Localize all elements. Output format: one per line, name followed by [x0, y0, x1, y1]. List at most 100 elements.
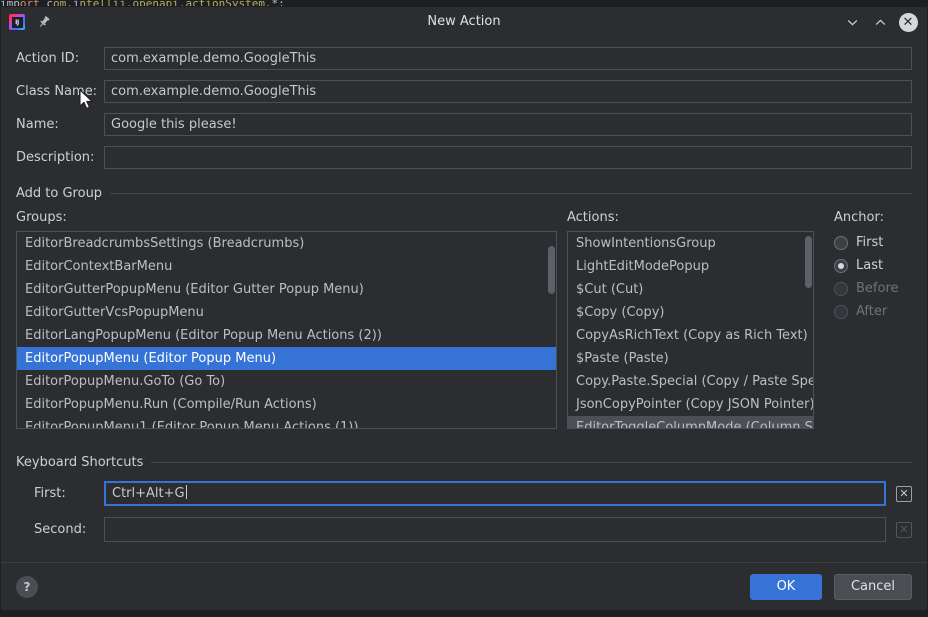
group-list-item-row[interactable]: EditorPopupMenu (Editor Popup Menu): [17, 347, 556, 370]
group-list-item-row-label: EditorContextBarMenu: [25, 259, 173, 274]
dialog-body: Action ID: Class Name: Name: Description…: [1, 37, 927, 562]
action-list-item-row[interactable]: LightEditModePopup: [568, 255, 813, 278]
action-list-item-row[interactable]: $Copy (Copy): [568, 301, 813, 324]
group-list-item-row[interactable]: EditorBreadcrumbsSettings (Breadcrumbs): [17, 232, 556, 255]
dialog-title: New Action: [427, 14, 501, 29]
groups-label: Groups:: [16, 210, 67, 225]
description-input[interactable]: [104, 146, 912, 169]
group-list-item-row-label: EditorBreadcrumbsSettings (Breadcrumbs): [25, 236, 305, 251]
anchor-label: Anchor:: [834, 210, 884, 225]
text-caret: [185, 485, 187, 499]
actions-label: Actions:: [567, 210, 619, 225]
actions-column: Actions: ShowIntentionsGroup LightEditMod…: [567, 210, 814, 429]
action-list-item-row[interactable]: Copy.Paste.Special (Copy / Paste Special…: [568, 370, 813, 393]
close-button[interactable]: ✕: [895, 9, 921, 35]
anchor-column: Anchor: First Last Before After: [834, 210, 912, 429]
action-list-item-row[interactable]: CopyAsRichText (Copy as Rich Text): [568, 324, 813, 347]
actions-listbox[interactable]: ShowIntentionsGroup LightEditModePopup $Cu…: [567, 231, 814, 429]
anchor-radio-group: First Last Before After: [834, 231, 912, 323]
field-row-class-name: Class Name:: [16, 80, 912, 103]
field-row-action-id: Action ID:: [16, 47, 912, 70]
group-list-item-row-label: EditorGutterPopupMenu (Editor Gutter Pop…: [25, 282, 364, 297]
group-list-item-row-label: EditorPopupMenu1 (Editor Popup Menu Acti…: [25, 420, 359, 429]
group-list-item-row-label: EditorGutterVcsPopupMenu: [25, 305, 204, 320]
section-divider: [110, 193, 912, 194]
group-list-item-row-label: EditorPopupMenu.Run (Compile/Run Actions…: [25, 397, 317, 412]
group-list-item-row-label: EditorPopupMenu (Editor Popup Menu): [25, 351, 277, 366]
action-list-item-row-label: EditorToggleColumnMode (Column Sele...: [576, 420, 813, 429]
second-shortcut-label: Second:: [34, 522, 87, 537]
clear-first-shortcut-button[interactable]: ✕: [896, 485, 912, 502]
groups-listbox[interactable]: EditorBreadcrumbsSettings (Breadcrumbs) E…: [16, 231, 557, 429]
actions-scrollbar[interactable]: [804, 232, 813, 428]
radio-icon: [834, 281, 848, 296]
intellij-logo-label: IJ: [11, 16, 23, 28]
help-button[interactable]: ?: [16, 575, 38, 598]
add-to-group-section-title: Add to Group: [16, 186, 912, 201]
action-list-item-row-label: $Cut (Cut): [576, 282, 644, 297]
actions-rows: ShowIntentionsGroup LightEditModePopup $Cu…: [568, 232, 813, 429]
keyboard-shortcuts-section-title: Keyboard Shortcuts: [16, 455, 912, 470]
groups-rows: EditorBreadcrumbsSettings (Breadcrumbs) E…: [17, 232, 556, 429]
shortcut-row-second: Second: ✕: [16, 517, 912, 542]
group-list-item-row-label: EditorLangPopupMenu (Editor Popup Menu A…: [25, 328, 382, 343]
action-list-item-row[interactable]: JsonCopyPointer (Copy JSON Pointer): [568, 393, 813, 416]
class-name-label: Class Name:: [16, 84, 98, 99]
add-to-group-label: Add to Group: [16, 186, 103, 201]
group-list-item-row[interactable]: EditorPopupMenu.Run (Compile/Run Actions…: [17, 393, 556, 416]
action-list-item-row[interactable]: EditorToggleColumnMode (Column Sele...: [568, 416, 813, 429]
radio-icon[interactable]: [834, 258, 848, 273]
group-list-item-row[interactable]: EditorPopupMenu.GoTo (Go To): [17, 370, 556, 393]
groups-column: Groups: EditorBreadcrumbsSettings (Bread…: [16, 210, 557, 429]
close-icon: ✕: [898, 12, 918, 32]
field-row-description: Description:: [16, 146, 912, 169]
window-controls: ✕: [839, 9, 921, 35]
groups-scrollbar-thumb[interactable]: [548, 246, 555, 294]
radio-icon[interactable]: [834, 235, 848, 250]
action-list-item-row-label: JsonCopyPointer (Copy JSON Pointer): [576, 397, 813, 412]
name-input[interactable]: [104, 113, 912, 136]
action-list-item-row-label: LightEditModePopup: [576, 259, 710, 274]
second-shortcut-input[interactable]: [104, 517, 886, 542]
name-label: Name:: [16, 117, 59, 132]
groups-scrollbar[interactable]: [547, 232, 556, 428]
add-to-group-area: Groups: EditorBreadcrumbsSettings (Bread…: [16, 210, 912, 429]
action-list-item-row[interactable]: $Paste (Paste): [568, 347, 813, 370]
class-name-input[interactable]: [104, 80, 912, 103]
maximize-button[interactable]: [867, 9, 893, 35]
action-id-label: Action ID:: [16, 51, 80, 66]
action-list-item-row-label: CopyAsRichText (Copy as Rich Text): [576, 328, 808, 343]
action-list-item-row[interactable]: $Cut (Cut): [568, 278, 813, 301]
first-shortcut-label: First:: [34, 486, 66, 501]
minimize-button[interactable]: [839, 9, 865, 35]
anchor-option-last[interactable]: Last: [834, 254, 912, 277]
first-shortcut-input[interactable]: Ctrl+Alt+G: [104, 481, 886, 506]
action-list-item-row-label: ShowIntentionsGroup: [576, 236, 716, 251]
first-shortcut-value: Ctrl+Alt+G: [112, 486, 185, 501]
group-list-item-row[interactable]: EditorGutterVcsPopupMenu: [17, 301, 556, 324]
action-list-item-row[interactable]: ShowIntentionsGroup: [568, 232, 813, 255]
action-list-item-row-label: Copy.Paste.Special (Copy / Paste Special…: [576, 374, 813, 389]
action-list-item-row-label: $Paste (Paste): [576, 351, 669, 366]
actions-scrollbar-thumb[interactable]: [805, 236, 812, 288]
group-list-item-row[interactable]: EditorGutterPopupMenu (Editor Gutter Pop…: [17, 278, 556, 301]
pin-icon[interactable]: [33, 11, 55, 33]
anchor-option-after: After: [834, 300, 912, 323]
anchor-option-first[interactable]: First: [834, 231, 912, 254]
cancel-button[interactable]: Cancel: [833, 573, 912, 600]
group-list-item-row-label: EditorPopupMenu.GoTo (Go To): [25, 374, 226, 389]
group-list-item-row[interactable]: EditorContextBarMenu: [17, 255, 556, 278]
group-list-item-row[interactable]: EditorLangPopupMenu (Editor Popup Menu A…: [17, 324, 556, 347]
shortcut-row-first: First: Ctrl+Alt+G ✕: [16, 481, 912, 506]
action-id-input[interactable]: [104, 47, 912, 70]
section-divider-2: [151, 462, 912, 463]
anchor-option-label: Before: [856, 281, 899, 296]
intellij-logo-icon: IJ: [9, 14, 25, 30]
clear-second-shortcut-button: ✕: [896, 521, 912, 538]
anchor-option-label: Last: [856, 258, 884, 273]
ok-button[interactable]: OK: [749, 573, 822, 600]
group-list-item-row[interactable]: EditorPopupMenu1 (Editor Popup Menu Acti…: [17, 416, 556, 429]
dialog-titlebar: IJ New Action ✕: [1, 7, 927, 37]
anchor-option-before: Before: [834, 277, 912, 300]
keyboard-shortcuts-label: Keyboard Shortcuts: [16, 455, 144, 470]
